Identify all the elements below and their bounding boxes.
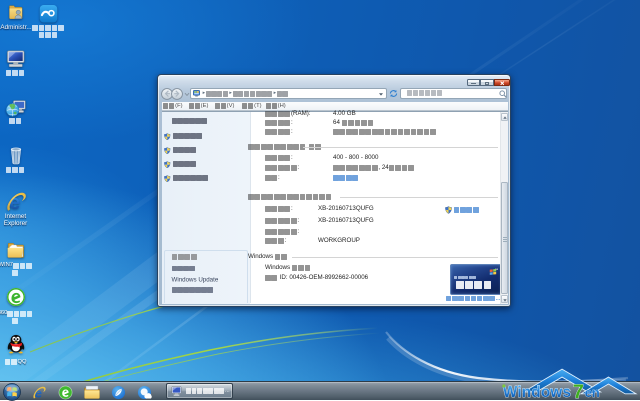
svg-text:7: 7 xyxy=(573,381,584,400)
svg-text:en: en xyxy=(585,385,600,400)
svg-text:Windows: Windows xyxy=(503,384,571,400)
